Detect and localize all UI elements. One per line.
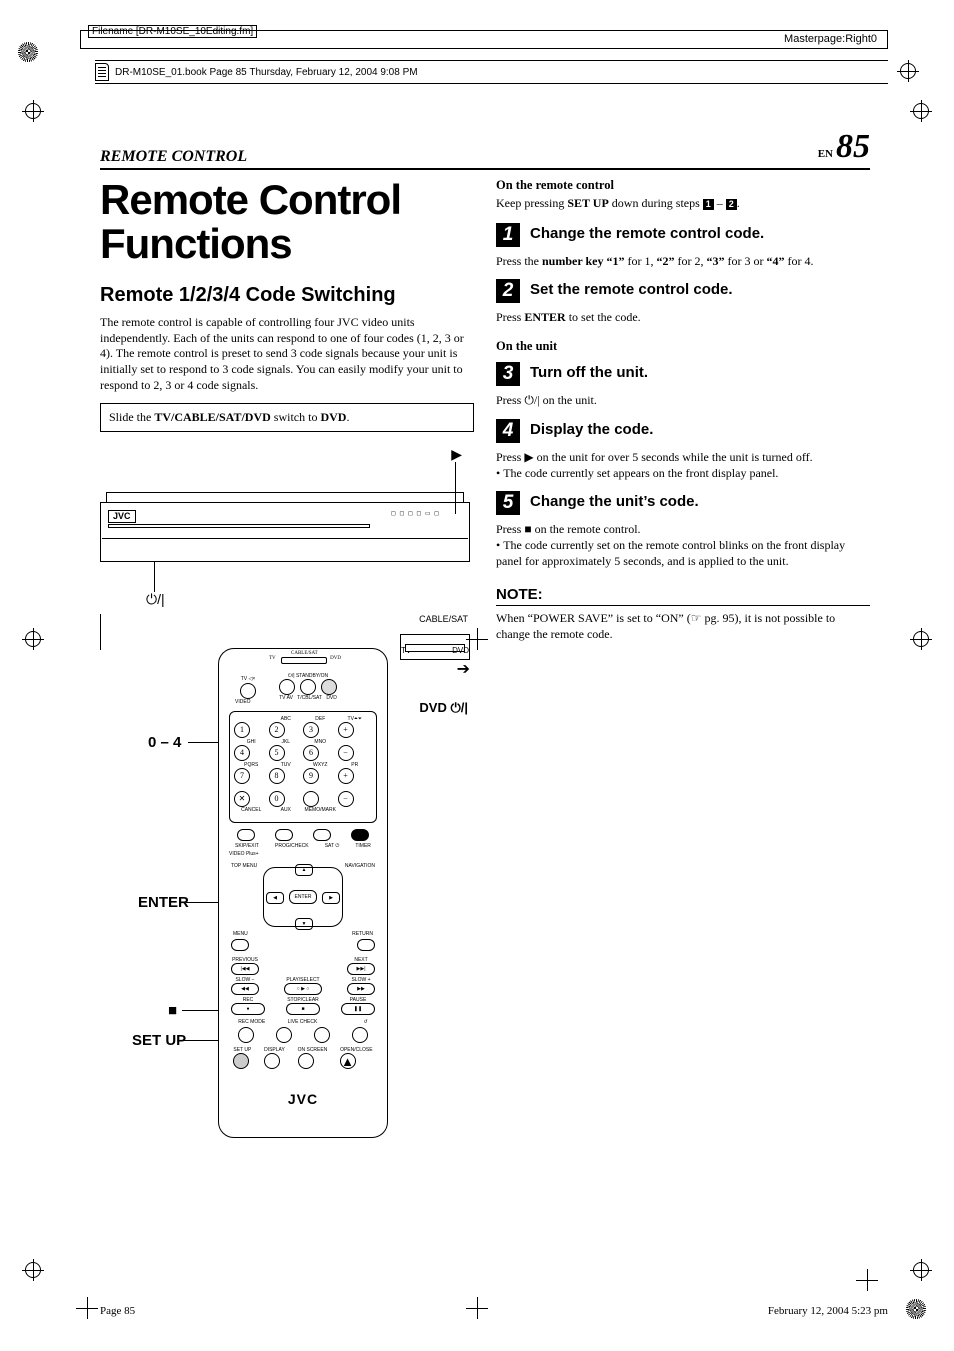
step-title: Change the unit’s code. bbox=[530, 491, 699, 510]
note-body: When “POWER SAVE” is set to “ON” (☞ pg. … bbox=[496, 610, 870, 642]
step-4: 4 Display the code. bbox=[496, 419, 870, 443]
switch-enlarged: TV DVD bbox=[400, 634, 470, 660]
on-remote-heading: On the remote control bbox=[496, 178, 870, 193]
step-number: 5 bbox=[496, 491, 520, 515]
intro-paragraph: The remote control is capable of control… bbox=[100, 315, 474, 393]
on-unit-heading: On the unit bbox=[496, 339, 870, 354]
step-4-body: Press ▶ on the unit for over 5 seconds w… bbox=[496, 449, 870, 481]
callout-dvd-power: DVD ⏻/| bbox=[419, 700, 468, 716]
callout-cablesat: CABLE/SAT bbox=[419, 614, 468, 624]
masterpage-label: Masterpage:Right0 bbox=[784, 33, 877, 46]
step-1-body: Press the number key “1” for 1, “2” for … bbox=[496, 253, 870, 269]
footer: Page 85 February 12, 2004 5:23 pm bbox=[100, 1305, 888, 1317]
step-number: 1 bbox=[496, 223, 520, 247]
printer-mark-crosshair bbox=[76, 1297, 98, 1319]
lang-label: EN bbox=[818, 148, 833, 160]
arrow-icon: ➔ bbox=[457, 659, 470, 679]
callout-stop: ■ bbox=[168, 1002, 177, 1019]
remote-body: CABLE/SAT TVDVD TV ◁× ⏻/| STANDBY/ON TV … bbox=[218, 648, 388, 1138]
instruction-box: Slide the TV/CABLE/SAT/DVD switch to DVD… bbox=[100, 403, 474, 432]
page-title: Remote Control Functions bbox=[100, 178, 474, 266]
left-column: Remote Control Functions Remote 1/2/3/4 … bbox=[100, 178, 474, 1154]
step-title: Change the remote control code. bbox=[530, 223, 764, 242]
printer-mark-crosshair bbox=[910, 100, 932, 122]
book-info-line: DR-M10SE_01.book Page 85 Thursday, Febru… bbox=[95, 60, 888, 84]
step-title: Set the remote control code. bbox=[530, 279, 733, 298]
callout-line bbox=[154, 562, 155, 592]
step-3: 3 Turn off the unit. bbox=[496, 362, 870, 386]
printer-mark-crosshair bbox=[910, 628, 932, 650]
subheading: Remote 1/2/3/4 Code Switching bbox=[100, 284, 474, 307]
step-5-body: Press ■ on the remote control. The code … bbox=[496, 521, 870, 570]
play-icon: ▶ bbox=[451, 446, 462, 463]
unit-indicators: ◻ ◻ ◻ ◻ ▭ ◻ bbox=[391, 510, 440, 517]
callout-enter: ENTER bbox=[138, 894, 189, 911]
callout-line bbox=[100, 614, 101, 650]
page-number: 85 bbox=[836, 128, 870, 165]
step-number: 4 bbox=[496, 419, 520, 443]
jvc-logo: JVC bbox=[219, 1091, 387, 1107]
printer-mark-crosshair bbox=[856, 1269, 878, 1291]
page-header: REMOTE CONTROL EN 85 bbox=[100, 128, 870, 170]
nav-pad: ▲ ▼ ◀ ▶ ENTER bbox=[263, 867, 343, 927]
switch-mini: CABLE/SAT TVDVD bbox=[281, 655, 327, 667]
step-title: Display the code. bbox=[530, 419, 653, 438]
printer-mark-crosshair bbox=[897, 60, 919, 82]
printer-mark-star bbox=[18, 42, 38, 62]
printer-mark-crosshair bbox=[22, 1259, 44, 1281]
unit-diagram: ▶ JVC ◻ ◻ ◻ ◻ ▭ ◻ ⏻/| bbox=[100, 446, 470, 606]
step-number: 3 bbox=[496, 362, 520, 386]
power-icon: ⏻/| bbox=[146, 591, 165, 608]
jvc-badge: JVC bbox=[108, 510, 136, 523]
page-icon bbox=[95, 63, 109, 81]
note-heading: NOTE: bbox=[496, 586, 870, 603]
filename-label: Filename [DR-M10SE_10Editing.fm] bbox=[88, 25, 257, 38]
footer-date: February 12, 2004 5:23 pm bbox=[768, 1305, 888, 1317]
printer-mark-crosshair bbox=[22, 628, 44, 650]
footer-page: Page 85 bbox=[100, 1305, 135, 1317]
step-2-body: Press ENTER to set the code. bbox=[496, 309, 870, 325]
printer-mark-crosshair bbox=[22, 100, 44, 122]
right-column: On the remote control Keep pressing SET … bbox=[496, 178, 870, 1154]
callout-number-range: 0 – 4 bbox=[148, 734, 181, 751]
header-bar: Filename [DR-M10SE_10Editing.fm] Masterp… bbox=[80, 30, 888, 49]
step-5: 5 Change the unit’s code. bbox=[496, 491, 870, 515]
step-1: 1 Change the remote control code. bbox=[496, 223, 870, 247]
printer-mark-crosshair bbox=[910, 1259, 932, 1281]
book-line-text: DR-M10SE_01.book Page 85 Thursday, Febru… bbox=[115, 67, 418, 78]
step-2: 2 Set the remote control code. bbox=[496, 279, 870, 303]
keep-pressing-line: Keep pressing SET UP down during steps 1… bbox=[496, 196, 870, 211]
callout-setup: SET UP bbox=[132, 1032, 186, 1049]
step-title: Turn off the unit. bbox=[530, 362, 648, 381]
section-title: REMOTE CONTROL bbox=[100, 148, 247, 166]
step-3-body: Press ⏻/| on the unit. bbox=[496, 392, 870, 408]
printer-mark-star bbox=[906, 1299, 926, 1319]
step-number: 2 bbox=[496, 279, 520, 303]
remote-diagram: 0 – 4 ENTER ■ SET UP DVD ⏻/| CABLE/SAT T… bbox=[100, 614, 470, 1154]
